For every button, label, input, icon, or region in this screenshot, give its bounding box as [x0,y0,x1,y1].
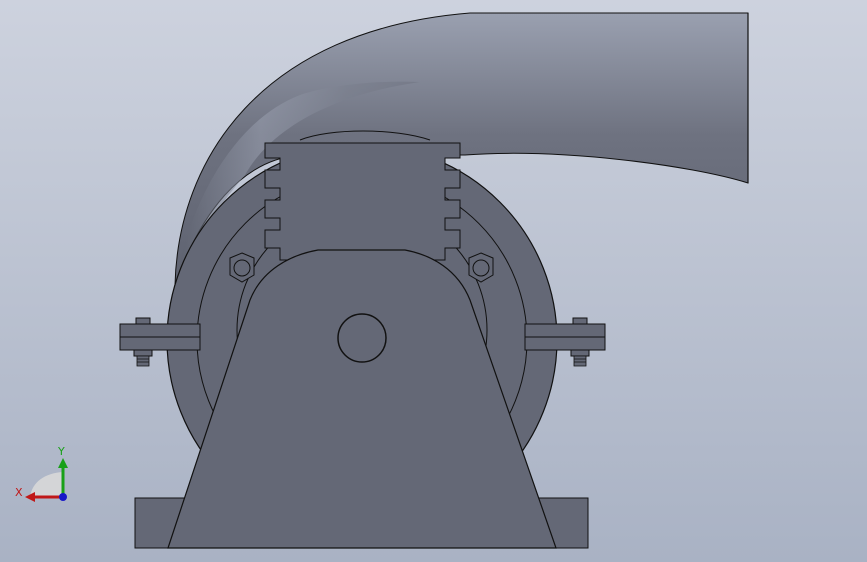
triad-z-axis [59,493,67,501]
top-clamp-block[interactable] [264,142,461,261]
cad-graphics-viewport[interactable]: Y X [0,0,867,562]
clamp-block-body [264,142,461,261]
shaft-end[interactable] [337,313,387,363]
model-view[interactable]: Y X [0,0,867,562]
triad-x-label: X [15,486,23,499]
hex-nut-left[interactable] [229,252,255,283]
hex-nut-right[interactable] [468,252,494,283]
triad-y-label: Y [57,445,65,458]
